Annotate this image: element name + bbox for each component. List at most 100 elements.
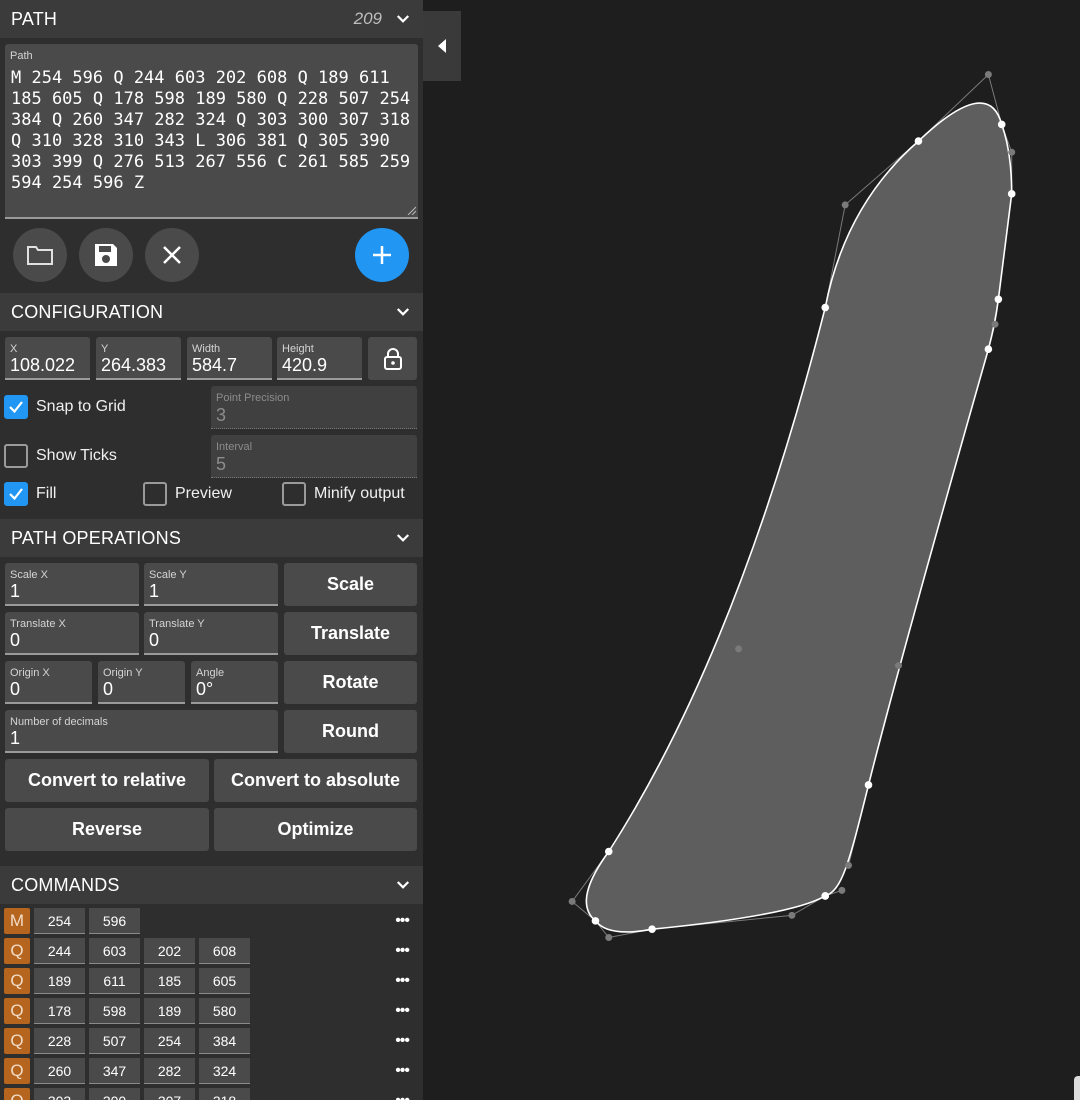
control-point[interactable] [991, 320, 999, 328]
control-point[interactable] [1008, 148, 1016, 156]
show-ticks-checkbox[interactable] [4, 444, 28, 468]
command-row[interactable]: Q 228 507 254 384 ••• [4, 1028, 419, 1054]
anchor-point[interactable] [821, 892, 830, 900]
anchor-point[interactable] [914, 137, 923, 145]
x-field[interactable]: X 108.022 [5, 337, 90, 380]
anchor-point[interactable] [994, 295, 1003, 304]
command-row[interactable]: M 254 596 ••• [4, 908, 419, 934]
path-preview-svg[interactable] [423, 0, 1080, 1100]
convert-to-absolute-button[interactable]: Convert to absolute [214, 759, 417, 802]
translate-y-value[interactable]: 0 [149, 630, 159, 651]
control-point[interactable] [605, 934, 613, 942]
drawing-canvas[interactable] [423, 0, 1080, 1100]
control-point[interactable] [568, 897, 576, 905]
decimals-field[interactable]: Number of decimals 1 [5, 710, 278, 753]
command-value[interactable]: 303 [34, 1088, 85, 1100]
command-value[interactable]: 318 [199, 1088, 250, 1100]
round-button[interactable]: Round [284, 710, 417, 753]
command-row[interactable]: Q 178 598 189 580 ••• [4, 998, 419, 1024]
command-type[interactable]: M [4, 908, 30, 934]
x-field-value[interactable]: 108.022 [10, 355, 75, 376]
control-point[interactable] [845, 861, 853, 869]
command-value[interactable]: 603 [89, 938, 140, 964]
point-precision-field[interactable]: Point Precision 3 [211, 386, 417, 429]
width-field-value[interactable]: 584.7 [192, 355, 237, 376]
minify-output-option[interactable]: Minify output [282, 482, 405, 506]
path-text[interactable]: M 254 596 Q 244 603 202 608 Q 189 611 18… [11, 68, 412, 194]
anchor-point[interactable] [604, 847, 613, 856]
control-point[interactable] [735, 645, 743, 653]
origin-y-field[interactable]: Origin Y 0 [98, 661, 185, 704]
scale-x-value[interactable]: 1 [10, 581, 20, 602]
anchor-point[interactable] [997, 120, 1006, 129]
scale-y-value[interactable]: 1 [149, 581, 159, 602]
command-value[interactable]: 260 [34, 1058, 85, 1084]
command-value[interactable]: 254 [34, 908, 85, 934]
y-field[interactable]: Y 264.383 [96, 337, 181, 380]
configuration-section-header[interactable]: CONFIGURATION [0, 293, 423, 331]
command-value[interactable]: 189 [144, 998, 195, 1024]
origin-y-value[interactable]: 0 [103, 679, 113, 700]
translate-x-value[interactable]: 0 [10, 630, 20, 651]
command-value[interactable]: 254 [144, 1028, 195, 1054]
more-options-icon[interactable]: ••• [395, 1062, 410, 1080]
commands-section-header[interactable]: COMMANDS [0, 866, 423, 904]
y-field-value[interactable]: 264.383 [101, 355, 166, 376]
more-options-icon[interactable]: ••• [395, 972, 410, 990]
command-value[interactable]: 347 [89, 1058, 140, 1084]
more-options-icon[interactable]: ••• [395, 942, 410, 960]
more-options-icon[interactable]: ••• [395, 1092, 410, 1100]
more-options-icon[interactable]: ••• [395, 912, 410, 930]
control-point[interactable] [984, 71, 992, 78]
command-type[interactable]: Q [4, 1088, 30, 1100]
command-type[interactable]: Q [4, 1028, 30, 1054]
origin-x-field[interactable]: Origin X 0 [5, 661, 92, 704]
more-options-icon[interactable]: ••• [395, 1002, 410, 1020]
command-value[interactable]: 598 [89, 998, 140, 1024]
scale-y-field[interactable]: Scale Y 1 [144, 563, 278, 606]
command-row[interactable]: Q 303 300 307 318 ••• [4, 1088, 419, 1100]
angle-value[interactable]: 0° [196, 679, 213, 700]
control-point[interactable] [838, 886, 846, 894]
anchor-point[interactable] [984, 345, 993, 354]
command-row[interactable]: Q 244 603 202 608 ••• [4, 938, 419, 964]
command-value[interactable]: 384 [199, 1028, 250, 1054]
command-value[interactable]: 580 [199, 998, 250, 1024]
command-value[interactable]: 178 [34, 998, 85, 1024]
snap-to-grid-option[interactable]: Snap to Grid [4, 395, 126, 419]
scale-x-field[interactable]: Scale X 1 [5, 563, 139, 606]
command-value[interactable]: 185 [144, 968, 195, 994]
height-field-value[interactable]: 420.9 [282, 355, 327, 376]
command-value[interactable]: 605 [199, 968, 250, 994]
open-file-button[interactable] [13, 228, 67, 282]
command-value[interactable]: 228 [34, 1028, 85, 1054]
command-value[interactable]: 202 [144, 938, 195, 964]
lock-ratio-button[interactable] [368, 337, 417, 380]
anchor-point[interactable] [1007, 190, 1016, 198]
translate-button[interactable]: Translate [284, 612, 417, 655]
command-type[interactable]: Q [4, 998, 30, 1024]
optimize-button[interactable]: Optimize [214, 808, 417, 851]
command-value[interactable]: 596 [89, 908, 140, 934]
command-value[interactable]: 324 [199, 1058, 250, 1084]
angle-field[interactable]: Angle 0° [191, 661, 278, 704]
interval-value[interactable]: 5 [216, 454, 226, 475]
command-value[interactable]: 608 [199, 938, 250, 964]
command-value[interactable]: 244 [34, 938, 85, 964]
rotate-button[interactable]: Rotate [284, 661, 417, 704]
control-point[interactable] [894, 662, 902, 670]
path-section-header[interactable]: PATH 209 [0, 0, 423, 38]
translate-x-field[interactable]: Translate X 0 [5, 612, 139, 655]
command-type[interactable]: Q [4, 968, 30, 994]
snap-to-grid-checkbox[interactable] [4, 395, 28, 419]
command-value[interactable]: 300 [89, 1088, 140, 1100]
command-type[interactable]: Q [4, 938, 30, 964]
control-point[interactable] [788, 911, 796, 919]
command-value[interactable]: 507 [89, 1028, 140, 1054]
more-options-icon[interactable]: ••• [395, 1032, 410, 1050]
path-textarea[interactable]: Path M 254 596 Q 244 603 202 608 Q 189 6… [5, 44, 418, 219]
path-shape[interactable] [585, 102, 1013, 933]
translate-y-field[interactable]: Translate Y 0 [144, 612, 278, 655]
anchor-point[interactable] [591, 917, 600, 925]
fill-option[interactable]: Fill [4, 482, 56, 506]
